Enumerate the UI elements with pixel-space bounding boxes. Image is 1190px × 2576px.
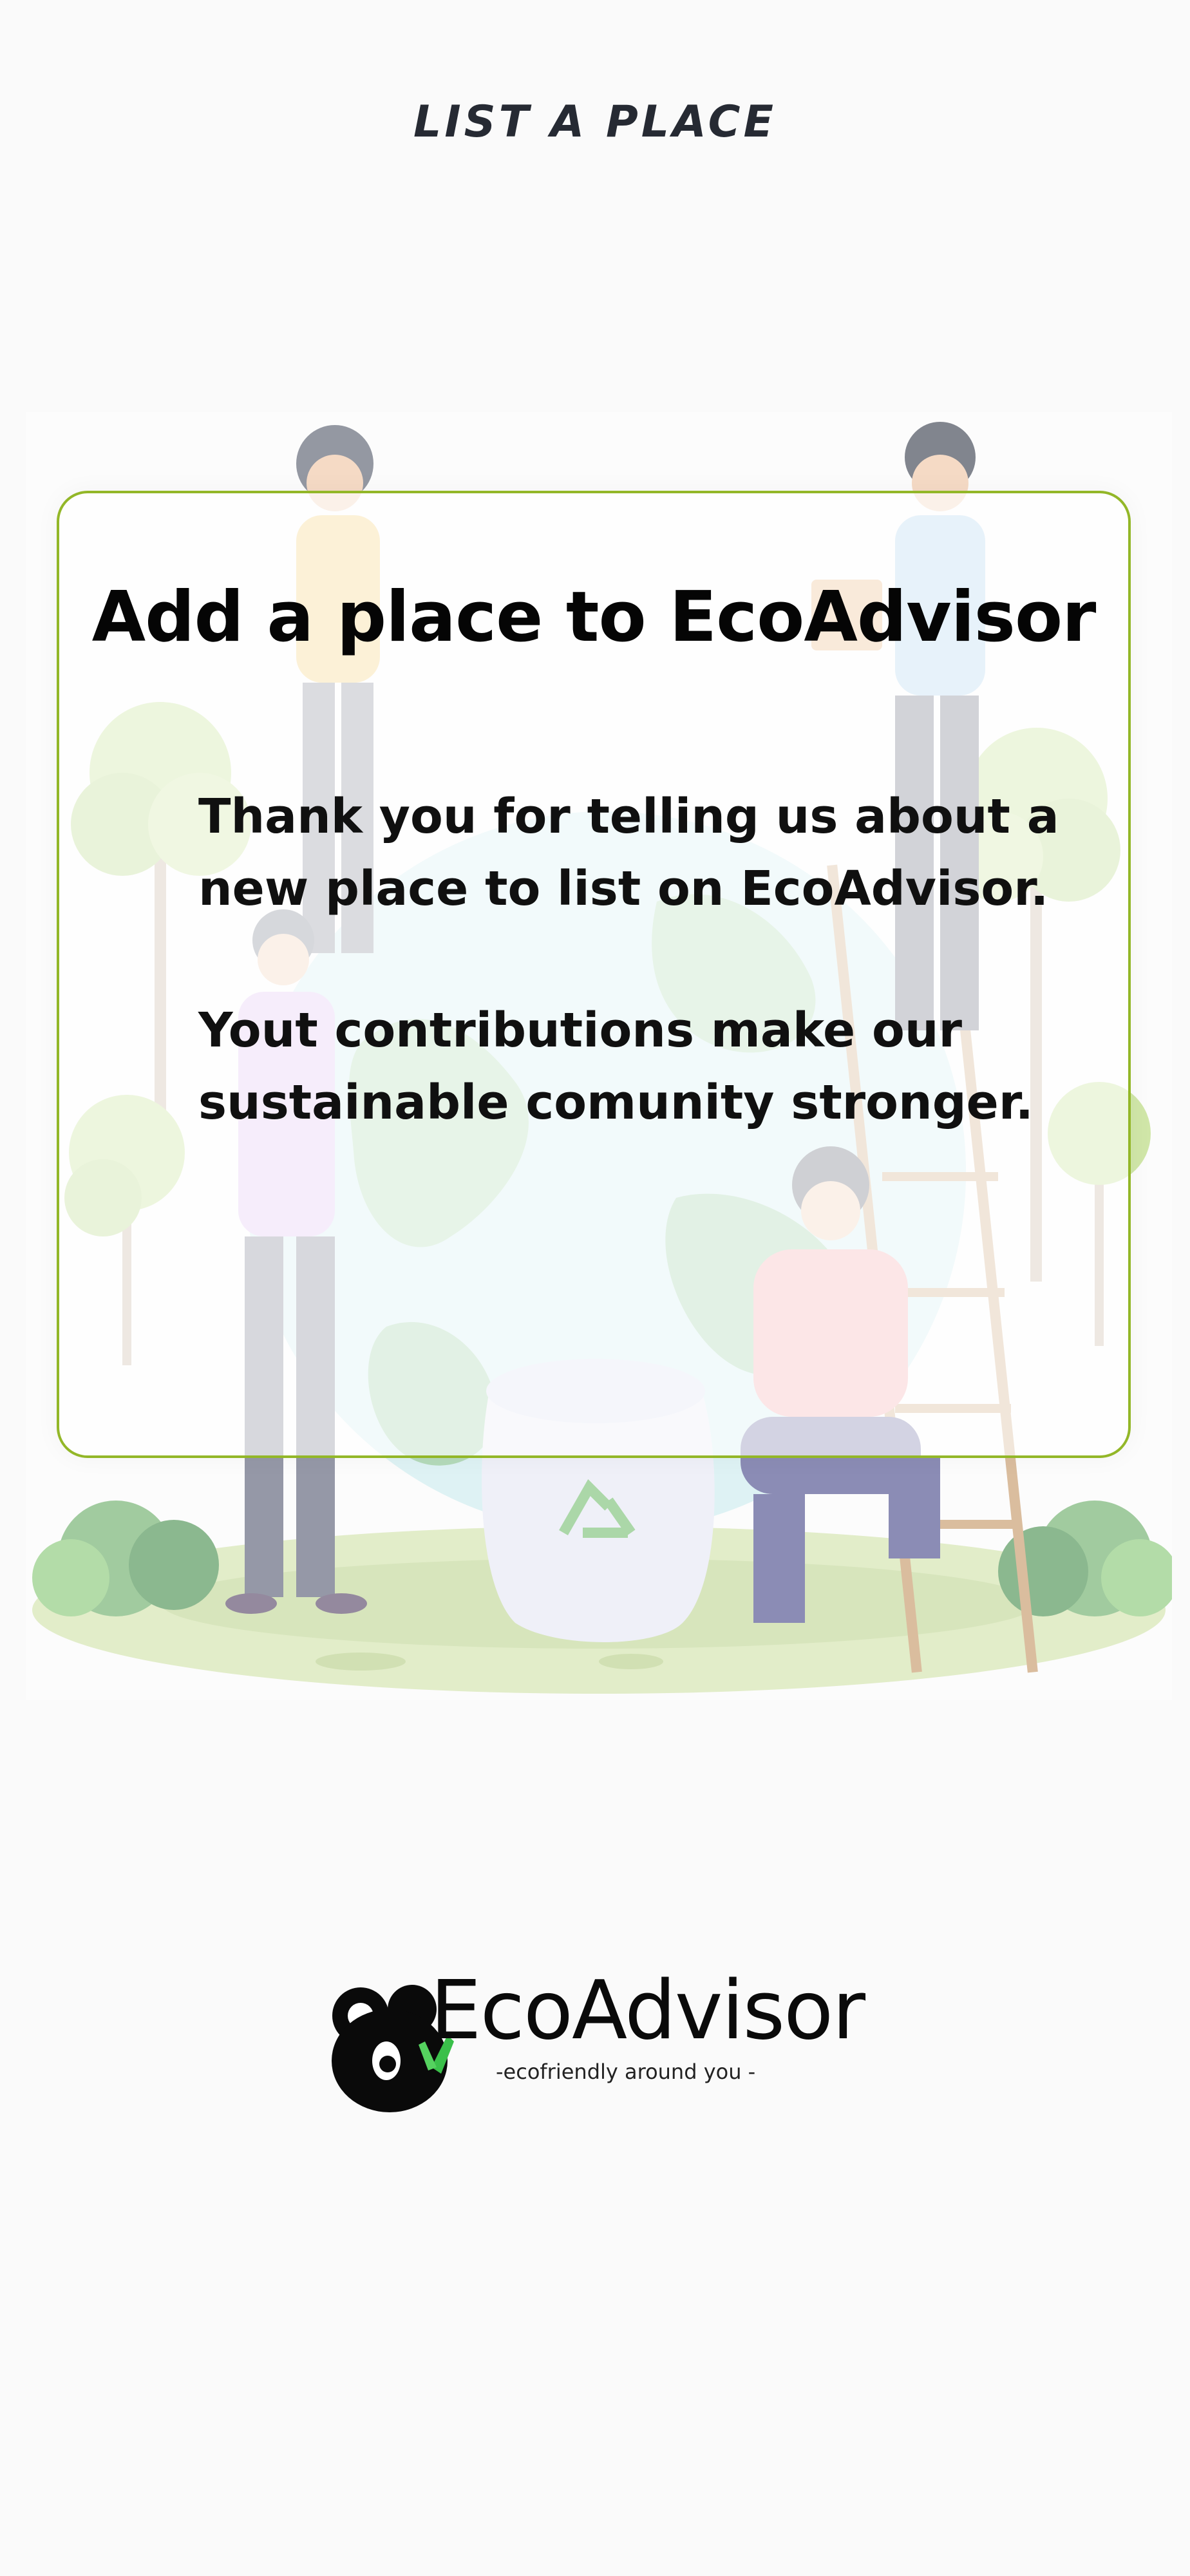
brand-tagline: -ecofriendly around you - (496, 2060, 756, 2084)
brand-logo: EcoAdvisor -ecofriendly around you - (316, 1963, 869, 2112)
thank-you-message: Thank you for telling us about a new pla… (198, 789, 1059, 916)
page-title: LIST A PLACE (413, 97, 777, 147)
brand-name: EcoAdvisor (430, 1963, 865, 2058)
add-place-info-card: Add a place to EcoAdvisor Thank you for … (57, 491, 1131, 1458)
page-header: LIST A PLACE (0, 97, 1190, 147)
card-title: Add a place to EcoAdvisor (91, 577, 1097, 658)
contributions-message: Yout contributions make our sustainable … (198, 1003, 1034, 1130)
list-place-page: LIST A PLACE Add a place to EcoAdvisor T… (0, 0, 1190, 2576)
